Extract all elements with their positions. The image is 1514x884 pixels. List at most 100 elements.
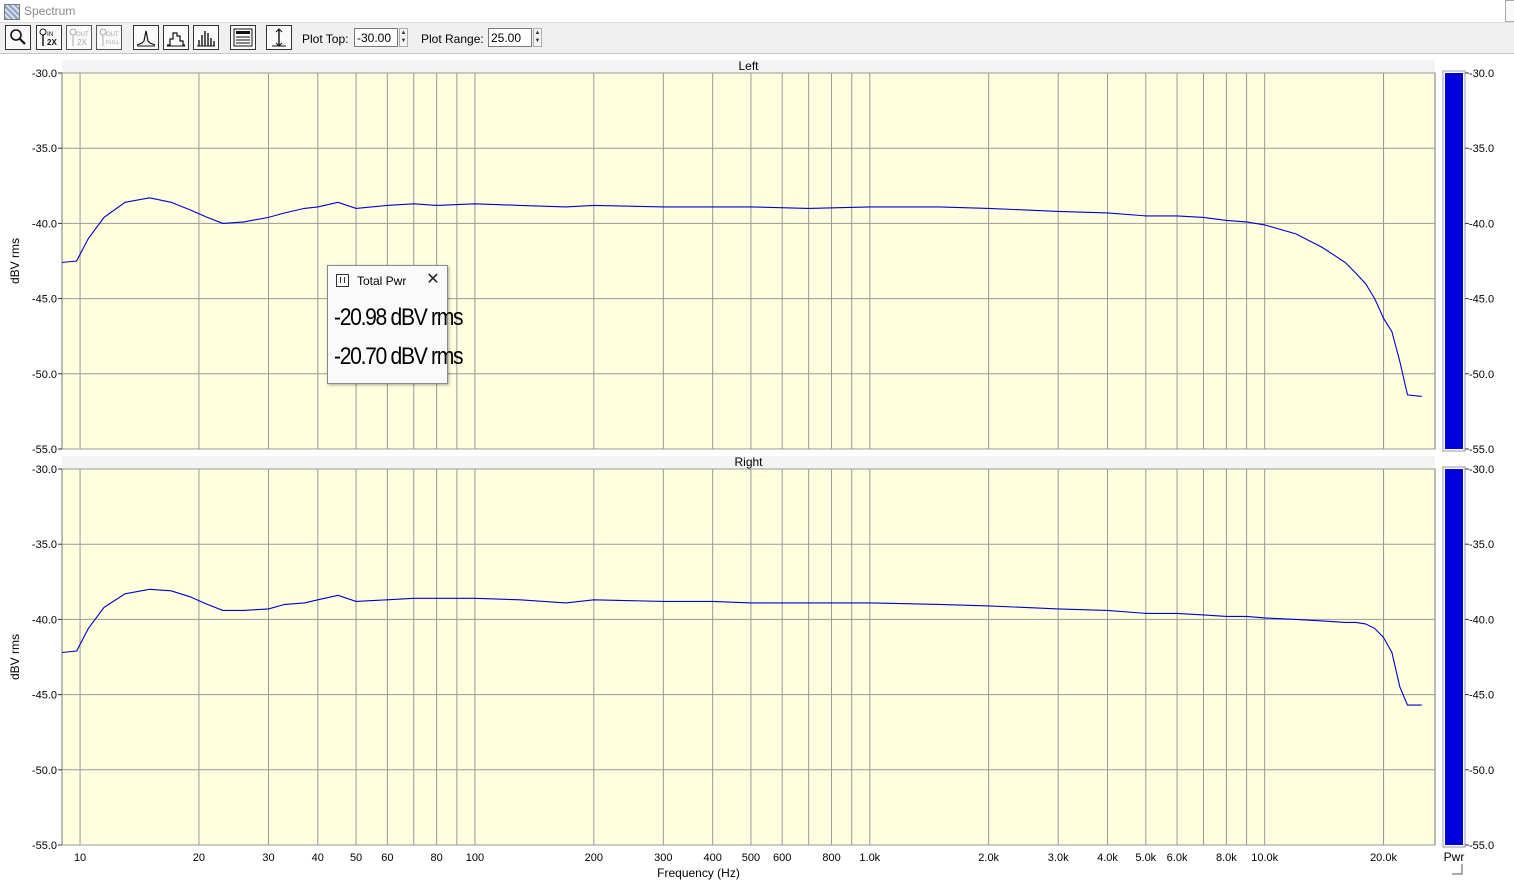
svg-text:2X: 2X bbox=[47, 38, 57, 47]
zoom-out-full-button[interactable]: OUT FULL bbox=[96, 25, 122, 50]
plot-background[interactable] bbox=[61, 72, 1436, 450]
plot-top-stepper[interactable]: ▲ ▼ bbox=[399, 28, 408, 47]
step-plot-icon bbox=[167, 32, 185, 47]
x-tick-label: 60 bbox=[381, 852, 393, 864]
window-title: Spectrum bbox=[24, 4, 76, 18]
y-tick-label: -45.0 bbox=[32, 294, 57, 306]
meter-tick-label: -45.0 bbox=[1469, 690, 1494, 702]
spin-down-icon[interactable]: ▼ bbox=[400, 37, 407, 45]
y-tick-label: -50.0 bbox=[32, 369, 57, 381]
list-window-icon bbox=[233, 28, 253, 47]
x-tick-label: 1.0k bbox=[859, 852, 880, 864]
power-meter-bar bbox=[1445, 73, 1463, 449]
plot-range-spinner: ▲▼ bbox=[488, 28, 542, 47]
x-tick-label: 40 bbox=[312, 852, 324, 864]
spectrum-plot-area[interactable]: Left -30.0 -35.0 -40.0 -45.0 -50.0 -55.0 dBV rm… bbox=[0, 54, 1514, 884]
power-meter-bar bbox=[1445, 469, 1463, 845]
step-plot-button[interactable] bbox=[163, 25, 189, 50]
spectrum-chart[interactable]: Left -30.0 -35.0 -40.0 -45.0 -50.0 -55.0 dBV rm… bbox=[0, 54, 1514, 884]
zoom-button[interactable] bbox=[5, 25, 31, 50]
plot-top-input[interactable] bbox=[354, 28, 398, 47]
y-tick-label: -55.0 bbox=[32, 840, 57, 852]
display-options-button[interactable] bbox=[230, 25, 256, 50]
x-tick-label: 6.0k bbox=[1167, 852, 1188, 864]
x-axis-label: Frequency (Hz) bbox=[657, 866, 740, 880]
y-axis-label: dBV rms bbox=[8, 238, 22, 284]
plot-range-label: Plot Range: bbox=[421, 32, 484, 46]
meter-label: Pwr bbox=[1444, 850, 1465, 864]
svg-text:2X: 2X bbox=[77, 38, 87, 47]
x-tick-label: 800 bbox=[822, 852, 840, 864]
svg-text:FULL: FULL bbox=[106, 40, 119, 46]
bar-plot-icon bbox=[197, 31, 215, 47]
meter-tick-label: -30.0 bbox=[1469, 464, 1494, 476]
y-tick-label: -35.0 bbox=[32, 143, 57, 155]
spin-up-icon[interactable]: ▲ bbox=[400, 29, 407, 37]
x-tick-label: 600 bbox=[773, 852, 791, 864]
x-tick-label: 100 bbox=[466, 852, 484, 864]
panel-title: Left bbox=[738, 59, 759, 73]
spin-down-icon[interactable]: ▼ bbox=[534, 37, 541, 45]
zoom-in-2x-button[interactable]: IN 2X bbox=[36, 25, 62, 50]
x-tick-label: 20.0k bbox=[1370, 852, 1397, 864]
x-tick-label: 5.0k bbox=[1135, 852, 1156, 864]
total-power-right-value: -20.70 dBV rms bbox=[334, 343, 464, 370]
zoom-in-2x-icon: IN2X bbox=[39, 28, 57, 47]
resize-grip-icon[interactable] bbox=[1452, 864, 1463, 875]
x-tick-label: 10.0k bbox=[1251, 852, 1278, 864]
total-power-left-value: -20.98 dBV rms bbox=[334, 304, 464, 331]
popup-title: Total Pwr bbox=[357, 274, 407, 288]
meter-tick-label: -35.0 bbox=[1469, 539, 1494, 551]
meter-tick-label: -40.0 bbox=[1469, 218, 1494, 230]
y-tick-label: -40.0 bbox=[32, 218, 57, 230]
x-tick-label: 3.0k bbox=[1048, 852, 1069, 864]
panel-title: Right bbox=[734, 455, 763, 469]
x-tick-label: 30 bbox=[262, 852, 274, 864]
x-tick-label: 20 bbox=[193, 852, 205, 864]
x-tick-label: 8.0k bbox=[1216, 852, 1237, 864]
plot-top-label: Plot Top: bbox=[302, 32, 349, 46]
y-tick-label: -45.0 bbox=[32, 690, 57, 702]
cursor-button[interactable] bbox=[266, 25, 292, 50]
close-icon[interactable]: ✕ bbox=[425, 272, 441, 288]
plot-range-input[interactable] bbox=[488, 28, 532, 47]
meter-tick-label: -50.0 bbox=[1469, 765, 1494, 777]
x-tick-label: 80 bbox=[431, 852, 443, 864]
line-plot-button[interactable] bbox=[133, 25, 159, 50]
plot-top-spinner: ▲▼ bbox=[354, 28, 408, 47]
zoom-out-full-icon: OUT FULL bbox=[99, 28, 119, 46]
app-icon bbox=[4, 4, 20, 20]
x-tick-label: 2.0k bbox=[978, 852, 999, 864]
x-tick-label: 500 bbox=[742, 852, 760, 864]
meter-tick-label: -30.0 bbox=[1469, 68, 1494, 80]
toolbar: IN2X OUT2X OUTFULL Plot Top: ▲▼ Plot Ran… bbox=[0, 23, 1514, 54]
spin-up-icon[interactable]: ▲ bbox=[534, 29, 541, 37]
x-tick-label: 300 bbox=[654, 852, 672, 864]
total-power-window[interactable]: Total Pwr ✕ -20.98 dBV rms -20.70 dBV rm… bbox=[327, 265, 464, 384]
y-tick-label: -35.0 bbox=[32, 539, 57, 551]
x-tick-label: 50 bbox=[350, 852, 362, 864]
meter-tick-label: -35.0 bbox=[1469, 143, 1494, 155]
zoom-out-2x-button[interactable]: OUT 2X bbox=[66, 25, 92, 50]
y-tick-label: -50.0 bbox=[32, 765, 57, 777]
y-tick-label: -30.0 bbox=[32, 464, 57, 476]
pause-icon[interactable] bbox=[336, 274, 349, 287]
meter-tick-label: -40.0 bbox=[1469, 614, 1494, 626]
plot-range-stepper[interactable]: ▲ ▼ bbox=[533, 28, 542, 47]
title-bar: Spectrum bbox=[0, 0, 1514, 23]
bar-plot-button[interactable] bbox=[193, 25, 219, 50]
plot-background[interactable] bbox=[61, 468, 1436, 846]
line-plot-icon bbox=[136, 30, 156, 47]
zoom-out-2x-icon: OUT2X bbox=[69, 28, 89, 47]
svg-text:OUT: OUT bbox=[106, 32, 119, 38]
magnifier-icon bbox=[10, 29, 26, 45]
meter-tick-label: -50.0 bbox=[1469, 369, 1494, 381]
x-tick-label: 10 bbox=[74, 852, 86, 864]
vertical-cursor-icon bbox=[272, 28, 286, 47]
x-tick-label: 400 bbox=[703, 852, 721, 864]
x-tick-label: 200 bbox=[585, 852, 603, 864]
meter-tick-label: -45.0 bbox=[1469, 294, 1494, 306]
meter-tick-label: -55.0 bbox=[1469, 444, 1494, 456]
window-control-edge[interactable] bbox=[1505, 0, 1514, 22]
x-tick-label: 4.0k bbox=[1097, 852, 1118, 864]
